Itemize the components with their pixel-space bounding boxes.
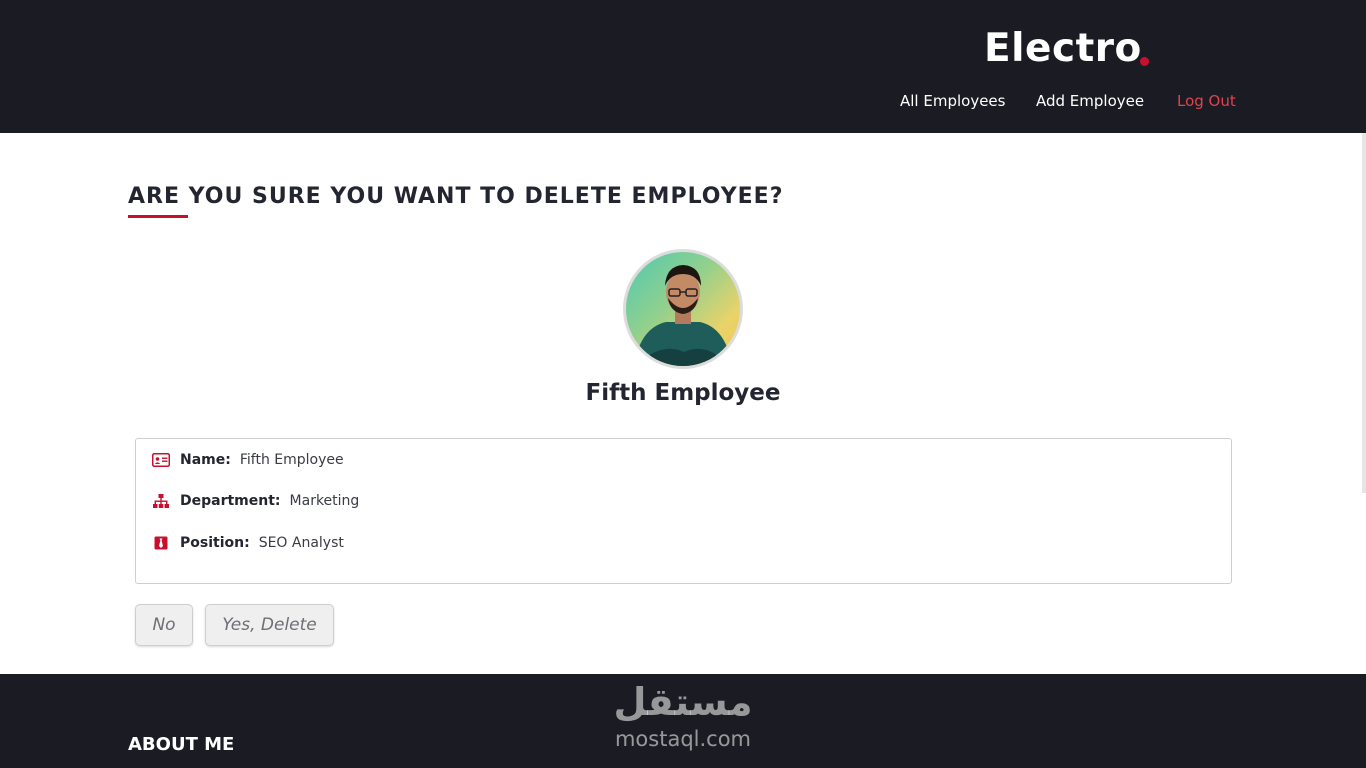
detail-row-department: Department: Marketing [152, 491, 359, 511]
brand-logo[interactable]: Electro [984, 26, 1142, 71]
page-title: ARE YOU SURE YOU WANT TO DELETE EMPLOYEE… [128, 184, 784, 209]
tie-icon [152, 535, 170, 551]
detail-label-department: Department: [180, 493, 281, 509]
footer-about-heading: ABOUT ME [128, 734, 235, 755]
page-footer: مستقل mostaql.com ABOUT ME [0, 674, 1366, 768]
detail-label-name: Name: [180, 452, 231, 468]
detail-value-name: Fifth Employee [239, 452, 344, 468]
avatar-portrait-icon [634, 265, 732, 366]
detail-row-name: Name: Fifth Employee [152, 450, 344, 470]
id-card-icon [152, 452, 170, 468]
detail-value-department: Marketing [289, 493, 360, 509]
employee-name-heading: Fifth Employee [585, 380, 781, 406]
scrollbar[interactable] [1362, 133, 1366, 493]
detail-row-position: Position: SEO Analyst [152, 533, 344, 553]
watermark-arabic-text: مستقل [613, 680, 753, 724]
nav-add-employee[interactable]: Add Employee [1036, 92, 1144, 110]
nav-log-out[interactable]: Log Out [1177, 92, 1236, 110]
yes-delete-button[interactable]: Yes, Delete [205, 604, 334, 646]
watermark-latin-text: mostaql.com [614, 727, 752, 751]
employee-details-card: Name: Fifth Employee Department: Marketi… [135, 438, 1232, 584]
org-chart-icon [152, 493, 170, 509]
detail-label-position: Position: [180, 535, 250, 551]
title-underline [128, 215, 188, 218]
nav-all-employees[interactable]: All Employees [900, 92, 1005, 110]
no-button[interactable]: No [135, 604, 193, 646]
brand-dot [1140, 57, 1149, 66]
top-header: Electro All Employees Add Employee Log O… [0, 0, 1366, 133]
employee-avatar [623, 249, 743, 369]
detail-value-position: SEO Analyst [258, 535, 344, 551]
mostaql-watermark: مستقل mostaql.com [597, 674, 769, 758]
